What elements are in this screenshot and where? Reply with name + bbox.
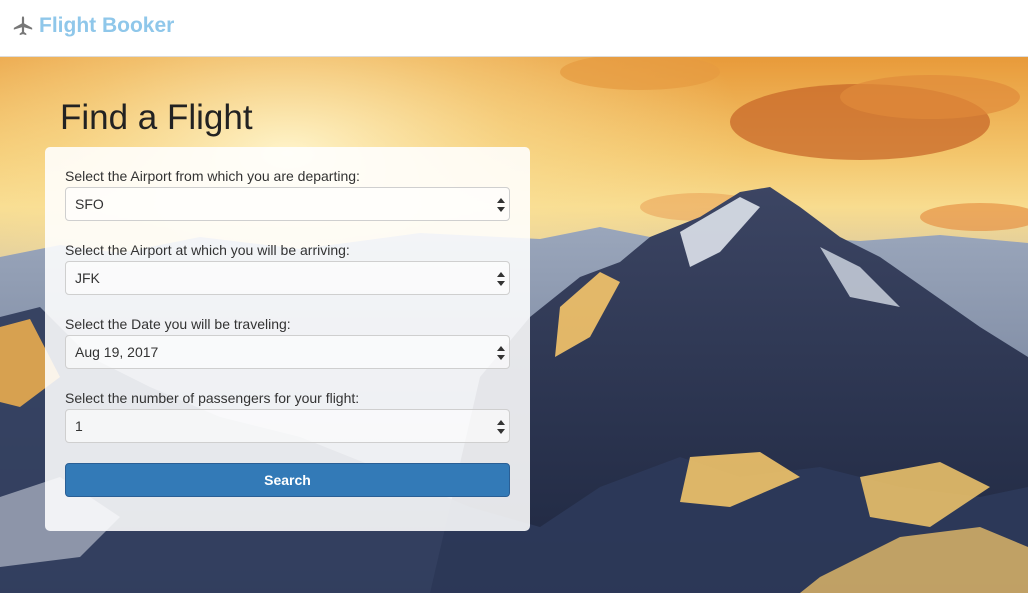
select-caret-icon (497, 420, 505, 434)
select-caret-icon (497, 346, 505, 360)
departure-value: SFO (75, 196, 104, 212)
page-title: Find a Flight (60, 98, 253, 137)
passengers-select[interactable]: 1 (65, 409, 510, 443)
search-button[interactable]: Search (65, 463, 510, 497)
passengers-label: Select the number of passengers for your… (65, 390, 360, 406)
flight-search-form: Select the Airport from which you are de… (45, 147, 530, 531)
arrival-label: Select the Airport at which you will be … (65, 242, 350, 258)
select-caret-icon (497, 198, 505, 212)
navbar: Flight Booker (0, 0, 1028, 57)
date-select[interactable]: Aug 19, 2017 (65, 335, 510, 369)
departure-label: Select the Airport from which you are de… (65, 168, 360, 184)
passengers-value: 1 (75, 418, 83, 434)
brand-link[interactable]: Flight Booker (39, 14, 174, 38)
date-value: Aug 19, 2017 (75, 344, 159, 360)
arrival-select[interactable]: JFK (65, 261, 510, 295)
airplane-icon (13, 16, 33, 36)
hero-section: Find a Flight Select the Airport from wh… (0, 57, 1028, 593)
select-caret-icon (497, 272, 505, 286)
arrival-value: JFK (75, 270, 100, 286)
date-label: Select the Date you will be traveling: (65, 316, 291, 332)
departure-select[interactable]: SFO (65, 187, 510, 221)
